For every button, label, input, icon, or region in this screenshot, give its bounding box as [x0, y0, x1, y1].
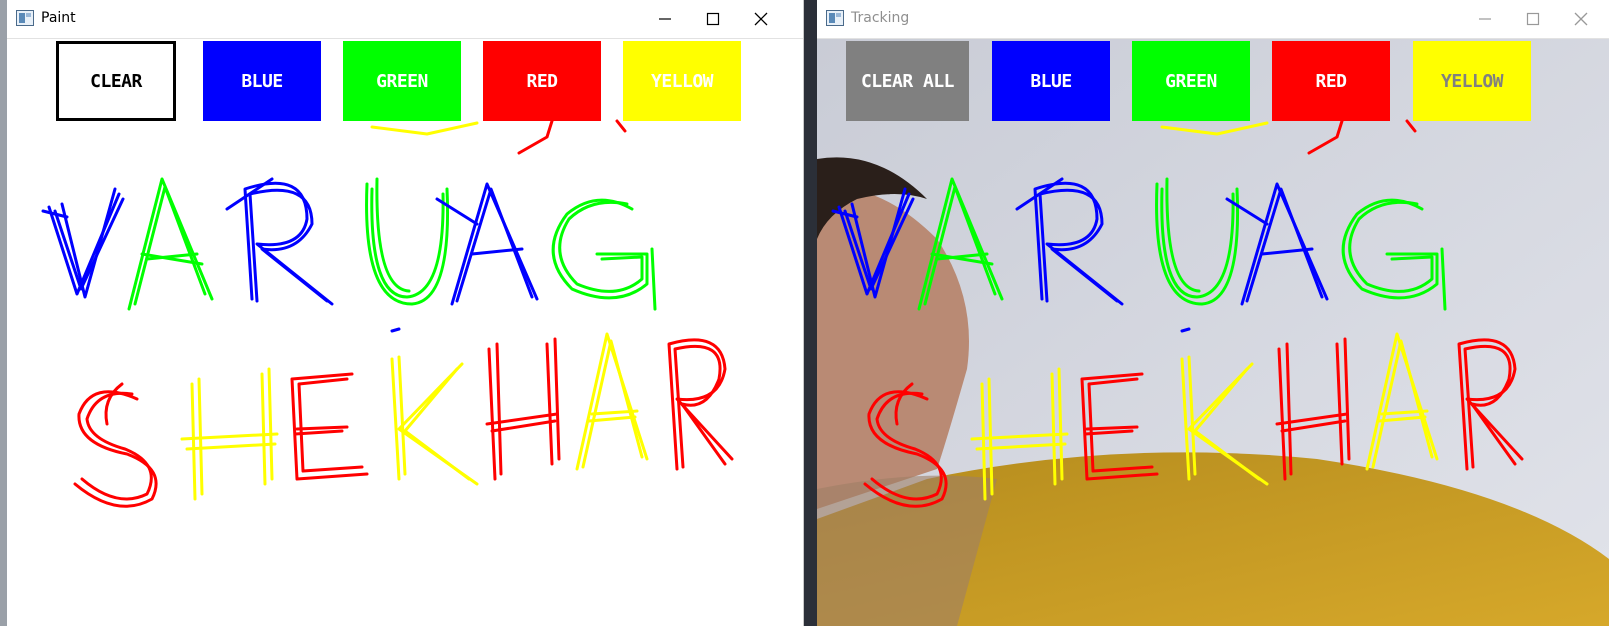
tracking-titlebar[interactable]: Tracking — [817, 0, 1609, 39]
maximize-button[interactable] — [1510, 0, 1556, 38]
paint-window-title: Paint — [41, 10, 76, 26]
paint-window: Paint CLEAR BLUE GREEN RED YELLOW — [0, 0, 804, 626]
maximize-icon — [1526, 12, 1540, 26]
minimize-button[interactable] — [642, 0, 688, 38]
close-button[interactable] — [1558, 0, 1604, 38]
close-icon — [1574, 12, 1588, 26]
minimize-icon — [659, 18, 671, 20]
tracking-canvas[interactable]: CLEAR ALL BLUE GREEN RED YELLOW — [817, 39, 1609, 626]
minimize-icon — [1479, 18, 1491, 20]
paint-canvas[interactable]: CLEAR BLUE GREEN RED YELLOW — [7, 39, 803, 626]
close-icon — [754, 12, 768, 26]
tracking-window-title: Tracking — [851, 10, 910, 26]
window-app-icon — [826, 10, 844, 26]
tracking-drawing — [831, 119, 1524, 508]
maximize-button[interactable] — [690, 0, 736, 38]
minimize-button[interactable] — [1462, 0, 1508, 38]
paint-drawing — [41, 119, 734, 508]
background-strip — [804, 0, 817, 626]
window-app-icon — [16, 10, 34, 26]
close-button[interactable] — [738, 0, 784, 38]
paint-titlebar[interactable]: Paint — [7, 0, 803, 39]
maximize-icon — [706, 12, 720, 26]
tracking-window: Tracking CLEAR ALL BLUE GREEN RED YELLOW — [817, 0, 1609, 626]
